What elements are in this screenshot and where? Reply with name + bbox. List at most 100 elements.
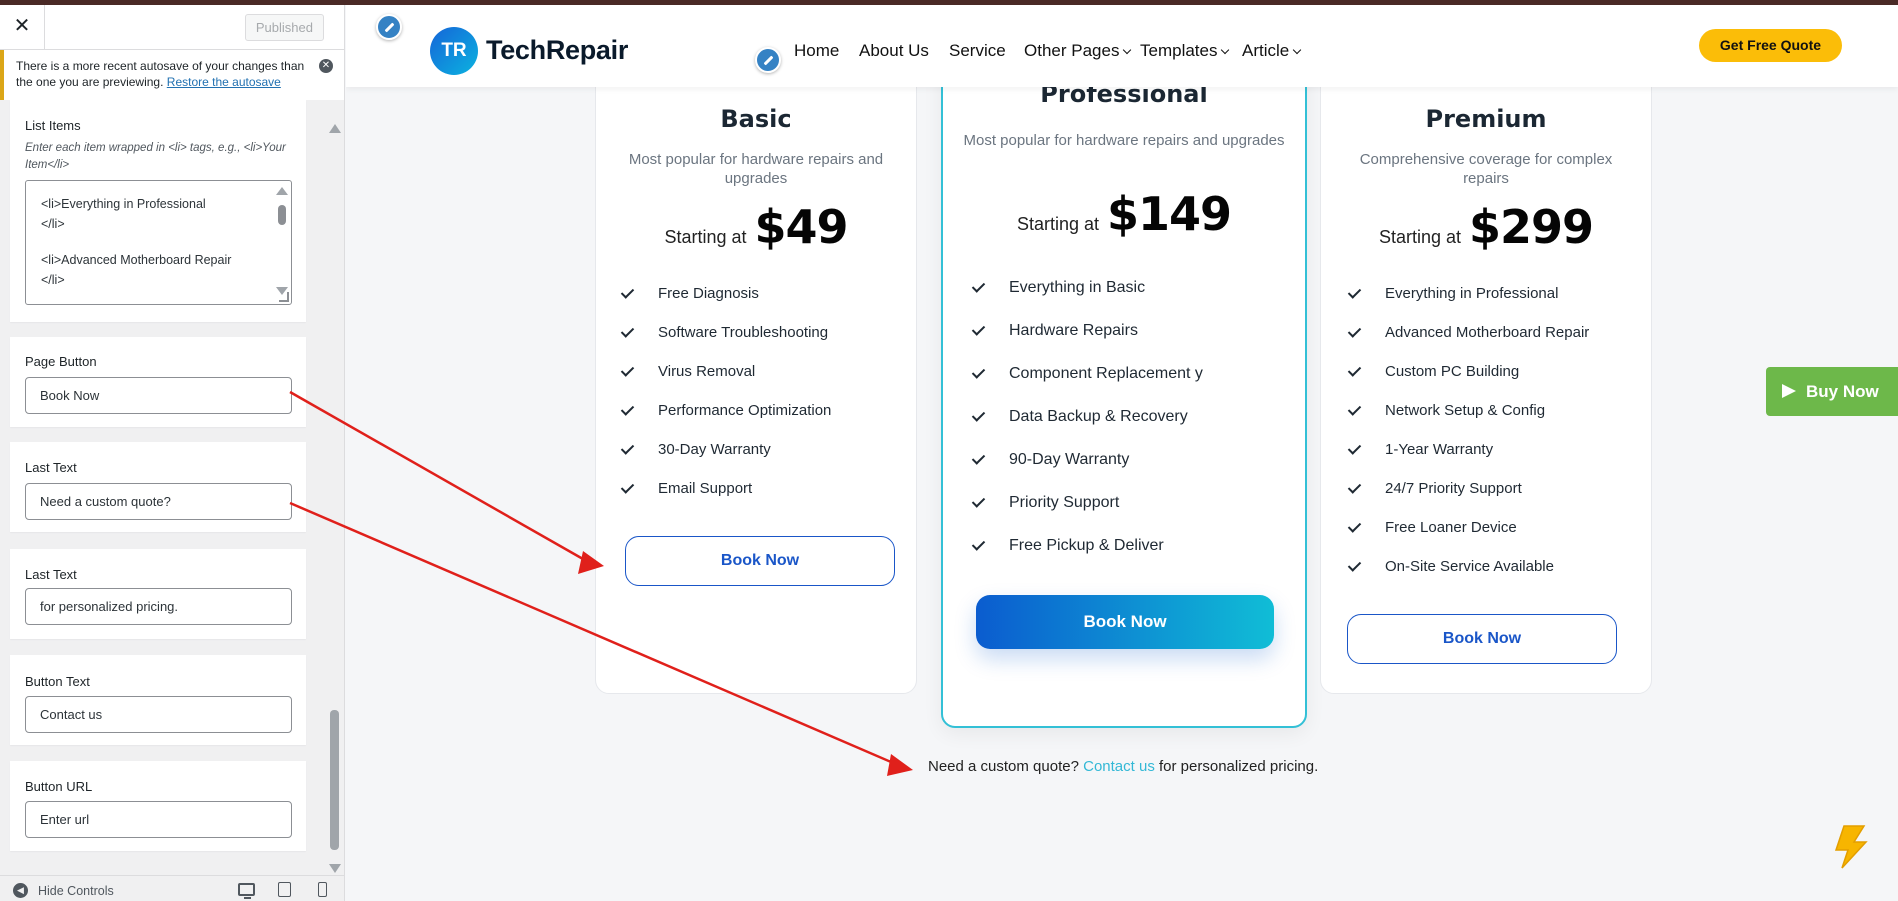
pricing-card-premium: Premium Comprehensive coverage for compl… [1320,40,1652,694]
send-arrow-icon [1782,384,1796,398]
contact-us-link[interactable]: Contact us [1083,758,1155,775]
starting-at-label: Starting at [664,227,747,247]
hide-controls-icon[interactable]: ◀ [13,883,28,898]
book-now-button[interactable]: Book Now [1347,614,1617,664]
nav-item-home[interactable]: Home [794,41,839,61]
close-icon[interactable]: ✕ [0,0,45,50]
list-item: Everything in Professional [1347,285,1589,324]
chevron-down-icon [1123,45,1132,55]
check-icon [1347,558,1362,572]
feature-text: Data Backup & Recovery [1009,408,1188,425]
plan-title: Basic [720,105,792,133]
check-icon [620,363,635,377]
feature-text: Priority Support [1009,494,1120,511]
last-text-input[interactable]: Need a custom quote? [25,483,292,520]
feature-text: Free Pickup & Deliver [1009,537,1164,554]
feature-text: Email Support [658,480,753,497]
list-item: On-Site Service Available [1347,558,1589,597]
list-item: Network Setup & Config [1347,402,1589,441]
check-icon [971,451,986,465]
customizer-sidebar: ✕ Published There is a more recent autos… [0,0,345,901]
plan-description: Comprehensive coverage for complex repai… [1359,151,1613,187]
resize-handle-icon[interactable] [279,292,289,302]
last-text-label: Last Text [25,460,77,475]
lightning-bolt-icon[interactable] [1830,824,1870,870]
published-button[interactable]: Published [244,14,324,41]
check-icon [620,480,635,494]
nav-label: Article [1242,41,1290,60]
logo-mark[interactable]: TR [430,27,478,75]
feature-text: Custom PC Building [1385,363,1520,380]
custom-quote-before: Need a custom quote? [928,758,1079,775]
logo-text[interactable]: TechRepair [486,35,628,66]
button-text-label: Button Text [25,674,90,689]
check-icon [971,322,986,336]
feature-text: Free Loaner Device [1385,519,1517,536]
get-free-quote-button[interactable]: Get Free Quote [1699,29,1842,62]
tablet-preview-icon[interactable] [278,882,291,897]
check-icon [1347,480,1362,494]
textarea-scrollbar[interactable] [275,185,288,295]
nav-label: Templates [1140,41,1218,60]
buy-now-label: Buy Now [1806,382,1879,401]
nav-label: About Us [859,41,929,60]
book-now-button[interactable]: Book Now [625,536,895,586]
button-url-panel: Button URL Enter url [10,761,306,851]
last-text-panel-2: Last Text for personalized pricing. [10,549,306,639]
list-items-line: <li>Everything in Professional [41,197,206,211]
sidebar-footer: ◀ Hide Controls [0,875,344,901]
edit-shortcut-icon[interactable] [376,14,402,40]
list-items-panel: List Items Enter each item wrapped in <l… [10,100,306,322]
buy-now-button[interactable]: Buy Now [1766,367,1898,416]
plan-price: $299 [1469,200,1594,254]
site-header: TR TechRepair Home About Us Service Othe… [346,5,1898,87]
dismiss-notice-icon[interactable]: ✕ [319,59,333,73]
button-text-input[interactable]: Contact us [25,696,292,733]
list-items-line [41,234,261,251]
scroll-up-icon[interactable] [276,187,288,195]
last-text-input-2[interactable]: for personalized pricing. [25,588,292,625]
feature-text: Advanced Motherboard Repair [1385,324,1590,341]
desktop-preview-icon[interactable] [238,883,255,899]
book-now-button-featured[interactable]: Book Now [976,595,1274,649]
check-icon [1347,363,1362,377]
list-item: Performance Optimization [620,402,831,441]
hide-controls-button[interactable]: Hide Controls [38,884,114,898]
sidebar-scroll-thumb[interactable] [330,710,339,850]
feature-text: 24/7 Priority Support [1385,480,1522,497]
plan-title: Premium [1425,105,1547,133]
edit-shortcut-icon[interactable] [755,47,781,73]
page-button-input[interactable]: Book Now [25,377,292,414]
sidebar-scrollbar[interactable] [327,120,343,875]
restore-autosave-link[interactable]: Restore the autosave [167,75,281,89]
textarea-scroll-thumb[interactable] [278,205,286,225]
feature-text: 1-Year Warranty [1385,441,1494,458]
nav-item-other-pages[interactable]: Other Pages [1024,41,1132,61]
feature-text: Hardware Repairs [1009,322,1138,339]
list-item: Email Support [620,480,831,519]
button-url-input[interactable]: Enter url [25,801,292,838]
scroll-down-icon[interactable] [329,864,341,873]
plan-price-row: Starting at $299 [1321,200,1651,254]
list-item: 1-Year Warranty [1347,441,1589,480]
plan-feature-list: Free Diagnosis Software Troubleshooting … [620,285,831,519]
list-item: Data Backup & Recovery [971,408,1203,451]
nav-item-about-us[interactable]: About Us [859,41,929,61]
feature-text: Everything in Basic [1009,279,1146,296]
page-button-label: Page Button [25,354,97,369]
scroll-up-icon[interactable] [329,124,341,133]
nav-item-service[interactable]: Service [949,41,1006,61]
list-item: Software Troubleshooting [620,324,831,363]
feature-text: Network Setup & Config [1385,402,1546,419]
plan-feature-list: Everything in Basic Hardware Repairs Com… [971,279,1203,580]
check-icon [1347,402,1362,416]
plan-price: $49 [754,200,849,254]
button-text-panel: Button Text Contact us [10,655,306,745]
list-item: Priority Support [971,494,1203,537]
plan-price-row: Starting at $49 [596,200,916,254]
list-items-textarea[interactable]: <li>Everything in Professional </li> <li… [25,180,292,305]
custom-quote-after: for personalized pricing. [1159,758,1319,775]
nav-item-article[interactable]: Article [1242,41,1302,61]
nav-item-templates[interactable]: Templates [1140,41,1230,61]
mobile-preview-icon[interactable] [318,882,327,897]
